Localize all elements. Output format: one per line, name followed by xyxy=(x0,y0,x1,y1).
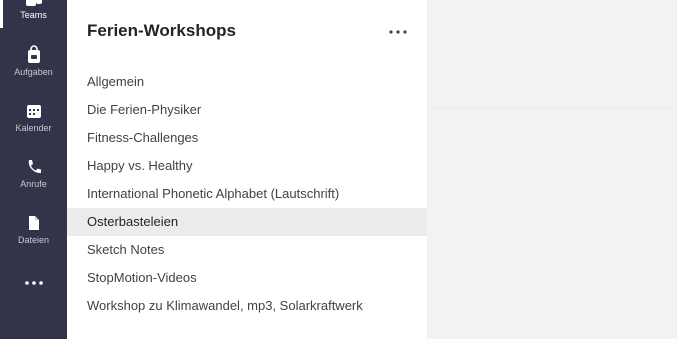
rail-item-teams[interactable]: Teams xyxy=(0,0,67,44)
channel-item[interactable]: Fitness-Challenges xyxy=(67,124,427,152)
rail-label-files: Dateien xyxy=(17,235,50,245)
channel-panel: Ferien-Workshops Allgemein Die Ferien-Ph… xyxy=(67,0,427,339)
team-name: Ferien-Workshops xyxy=(87,21,236,40)
channel-item[interactable]: International Phonetic Alphabet (Lautsch… xyxy=(67,180,427,208)
content-area xyxy=(427,0,677,339)
channel-item[interactable]: Workshop zu Klimawandel, mp3, Solarkraft… xyxy=(67,292,427,320)
teams-icon xyxy=(24,0,44,10)
team-more-options-button[interactable] xyxy=(387,22,409,40)
phone-icon xyxy=(24,157,44,179)
channel-item-selected[interactable]: Osterbasteleien xyxy=(67,208,427,236)
app-rail: Teams Aufgaben Kalender Anrufe Dateien xyxy=(0,0,67,339)
divider xyxy=(427,107,677,108)
channel-item[interactable]: StopMotion-Videos xyxy=(67,264,427,292)
channel-item[interactable]: Sketch Notes xyxy=(67,236,427,264)
rail-label-teams: Teams xyxy=(20,10,47,20)
rail-more-button[interactable] xyxy=(0,278,67,298)
files-icon xyxy=(24,213,44,235)
calendar-icon xyxy=(24,101,44,123)
rail-label-calendar: Kalender xyxy=(15,123,52,133)
rail-item-assignments[interactable]: Aufgaben xyxy=(0,45,67,101)
ellipsis-icon xyxy=(23,278,45,290)
rail-label-calls: Anrufe xyxy=(20,179,47,189)
rail-item-calls[interactable]: Anrufe xyxy=(0,157,67,213)
rail-item-calendar[interactable]: Kalender xyxy=(0,101,67,157)
assignments-icon xyxy=(24,45,44,67)
channel-item[interactable]: Allgemein xyxy=(67,68,427,96)
channel-list: Allgemein Die Ferien-Physiker Fitness-Ch… xyxy=(67,68,427,320)
channel-item[interactable]: Die Ferien-Physiker xyxy=(67,96,427,124)
active-indicator xyxy=(0,0,3,28)
ellipsis-icon xyxy=(388,22,408,40)
rail-item-files[interactable]: Dateien xyxy=(0,213,67,269)
channel-item[interactable]: Happy vs. Healthy xyxy=(67,152,427,180)
rail-label-assignments: Aufgaben xyxy=(14,67,53,77)
